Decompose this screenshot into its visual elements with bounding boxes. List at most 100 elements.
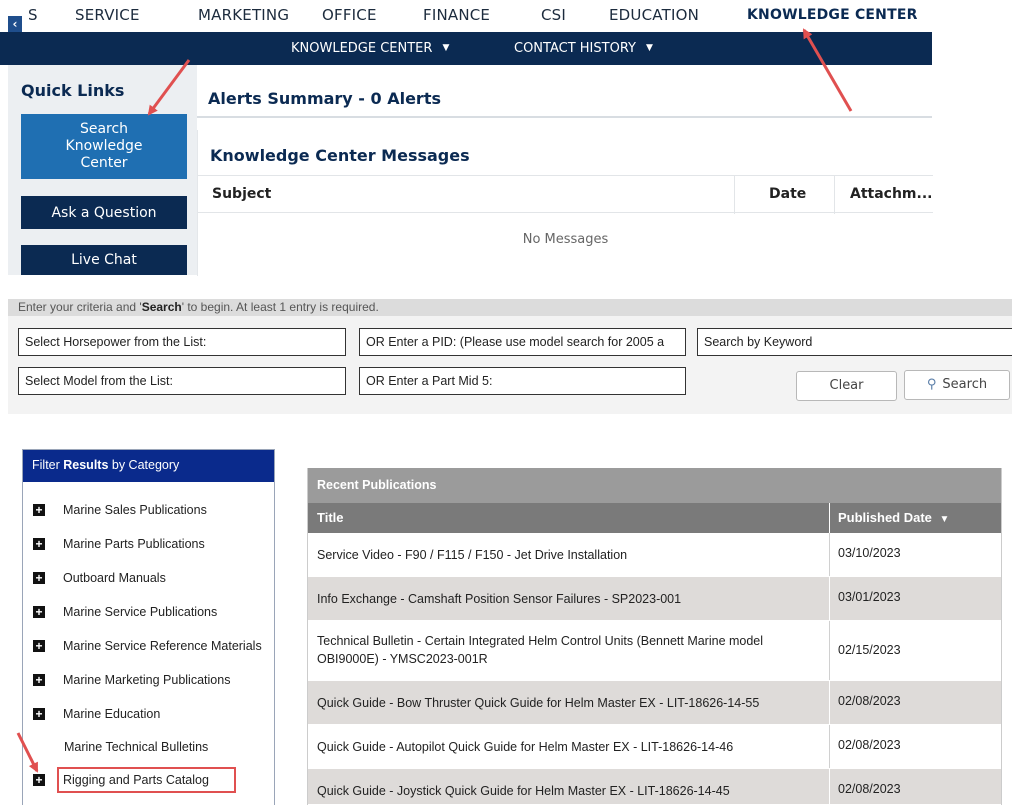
kc-messages-header-row: Subject Date Attachm...	[198, 175, 933, 214]
knowledge-center-messages-panel: Knowledge Center Messages Subject Date A…	[197, 130, 933, 276]
category-item[interactable]: + Marine Parts Publications	[23, 530, 274, 560]
expand-plus-icon[interactable]: +	[33, 606, 45, 618]
expand-plus-icon[interactable]: +	[33, 640, 45, 652]
nav-item-csi[interactable]: CSI	[541, 6, 566, 24]
clear-button[interactable]: Clear	[796, 371, 897, 401]
column-divider	[734, 176, 735, 214]
search-hint: Enter your criteria and 'Search' to begi…	[8, 299, 1012, 316]
search-hint-suffix: ' to begin. At least 1 entry is required…	[181, 300, 379, 314]
horsepower-select[interactable]: Select Horsepower from the List:	[18, 328, 346, 356]
category-label: Marine Service Publications	[63, 605, 218, 619]
column-divider	[829, 681, 830, 724]
category-item[interactable]: Marine Technical Bulletins	[23, 733, 274, 763]
nav-item-office[interactable]: OFFICE	[322, 6, 377, 24]
quick-links-title: Quick Links	[21, 81, 125, 100]
alerts-summary-panel: Alerts Summary - 0 Alerts	[197, 80, 932, 118]
nav-item-service[interactable]: SERVICE	[75, 6, 140, 24]
column-subject[interactable]: Subject	[212, 186, 271, 202]
table-row[interactable]: Quick Guide - Bow Thruster Quick Guide f…	[308, 681, 1001, 725]
column-divider	[829, 621, 830, 680]
empty-messages-text: No Messages	[522, 232, 609, 247]
column-divider	[829, 533, 830, 576]
caret-down-icon: ▼	[442, 43, 450, 53]
sort-desc-icon: ▼	[939, 514, 950, 525]
filter-header-suffix: by Category	[108, 458, 180, 472]
column-divider	[829, 503, 830, 533]
nav-item-education[interactable]: EDUCATION	[609, 6, 699, 24]
publication-date: 03/10/2023	[838, 546, 901, 560]
category-item[interactable]: + Outboard Manuals	[23, 564, 274, 594]
publications-header-row: Title Published Date ▼	[308, 503, 1001, 533]
category-label: Outboard Manuals	[63, 571, 166, 585]
publication-title[interactable]: Service Video - F90 / F115 / F150 - Jet …	[317, 546, 817, 564]
recent-publications-table: Recent Publications Title Published Date…	[307, 468, 1002, 805]
publication-title[interactable]: Info Exchange - Camshaft Position Sensor…	[317, 590, 817, 608]
nav-item-finance[interactable]: FINANCE	[423, 6, 490, 24]
table-row[interactable]: Info Exchange - Camshaft Position Sensor…	[308, 577, 1001, 621]
table-row[interactable]: Quick Guide - Autopilot Quick Guide for …	[308, 725, 1001, 769]
category-item[interactable]: + Marine Service Reference Materials	[23, 632, 274, 662]
category-item[interactable]: + Marine Education	[23, 700, 274, 730]
category-item[interactable]: + Marine Sales Publications	[23, 496, 274, 526]
top-navigation: ‹ S SERVICE MARKETING OFFICE FINANCE CSI…	[0, 0, 932, 32]
column-published-date[interactable]: Published Date ▼	[838, 510, 949, 525]
search-button[interactable]: ⚲ Search	[904, 370, 1010, 400]
keyword-input[interactable]: Search by Keyword	[697, 328, 1012, 356]
search-button-label: Search	[942, 377, 988, 392]
column-divider	[829, 769, 830, 804]
category-label: Marine Parts Publications	[63, 537, 205, 551]
table-row[interactable]: Service Video - F90 / F115 / F150 - Jet …	[308, 533, 1001, 577]
filter-header: Filter Results by Category	[23, 450, 274, 482]
nav-item-truncated[interactable]: S	[28, 6, 38, 24]
category-label: Marine Service Reference Materials	[63, 639, 262, 653]
category-item[interactable]: + Marine Service Publications	[23, 598, 274, 628]
publication-date: 02/08/2023	[838, 694, 901, 708]
publication-date: 02/15/2023	[838, 643, 901, 657]
publication-date: 03/01/2023	[838, 590, 901, 604]
category-label: Marine Education	[63, 707, 161, 721]
publication-title[interactable]: Quick Guide - Joystick Quick Guide for H…	[317, 782, 817, 800]
column-attachments[interactable]: Attachm...	[850, 186, 932, 202]
column-title[interactable]: Title	[317, 510, 344, 525]
expand-plus-icon[interactable]: +	[33, 674, 45, 686]
category-label: Marine Marketing Publications	[63, 673, 231, 687]
category-item-rigging[interactable]: + Rigging and Parts Catalog	[23, 766, 274, 796]
category-label: Marine Technical Bulletins	[64, 740, 209, 754]
category-label: Rigging and Parts Catalog	[63, 773, 209, 787]
pid-input[interactable]: OR Enter a PID: (Please use model search…	[359, 328, 686, 356]
search-hint-prefix: Enter your criteria and '	[18, 300, 142, 314]
nav-item-marketing[interactable]: MARKETING	[198, 6, 289, 24]
subnav-contact-history[interactable]: CONTACT HISTORY ▼	[514, 41, 653, 56]
category-item[interactable]: + Marine Marketing Publications	[23, 666, 274, 696]
nav-item-knowledge-center[interactable]: KNOWLEDGE CENTER	[747, 7, 918, 23]
subnav-knowledge-center[interactable]: KNOWLEDGE CENTER ▼	[291, 41, 449, 56]
table-row[interactable]: Quick Guide - Joystick Quick Guide for H…	[308, 769, 1001, 805]
filter-header-prefix: Filter	[32, 458, 64, 472]
column-date[interactable]: Date	[769, 186, 806, 202]
category-label: Marine Sales Publications	[63, 503, 207, 517]
subnav-contact-history-label: CONTACT HISTORY	[514, 41, 636, 56]
table-row[interactable]: Technical Bulletin - Certain Integrated …	[308, 621, 1001, 681]
expand-plus-icon[interactable]: +	[33, 504, 45, 516]
expand-plus-icon[interactable]: +	[33, 708, 45, 720]
expand-plus-icon[interactable]: +	[33, 538, 45, 550]
kc-messages-title: Knowledge Center Messages	[210, 146, 470, 165]
search-knowledge-center-button[interactable]: Search Knowledge Center	[21, 114, 187, 179]
model-select[interactable]: Select Model from the List:	[18, 367, 346, 395]
ask-question-button[interactable]: Ask a Question	[21, 196, 187, 229]
expand-plus-icon[interactable]: +	[33, 774, 45, 786]
publication-title[interactable]: Quick Guide - Bow Thruster Quick Guide f…	[317, 694, 817, 712]
column-divider	[829, 725, 830, 768]
expand-plus-icon[interactable]: +	[33, 572, 45, 584]
publication-date: 02/08/2023	[838, 738, 901, 752]
chevron-left-icon[interactable]: ‹	[8, 16, 22, 32]
publication-title[interactable]: Quick Guide - Autopilot Quick Guide for …	[317, 738, 817, 756]
part-mid5-input[interactable]: OR Enter a Part Mid 5:	[359, 367, 686, 395]
alerts-summary-title[interactable]: Alerts Summary - 0 Alerts	[208, 89, 441, 108]
filter-by-category-panel: Filter Results by Category + Marine Sale…	[22, 449, 275, 805]
live-chat-button[interactable]: Live Chat	[21, 245, 187, 275]
search-hint-bold: Search	[141, 300, 182, 314]
search-criteria-panel: Enter your criteria and 'Search' to begi…	[8, 299, 1012, 414]
publication-title[interactable]: Technical Bulletin - Certain Integrated …	[317, 632, 817, 668]
search-icon: ⚲	[926, 377, 937, 392]
